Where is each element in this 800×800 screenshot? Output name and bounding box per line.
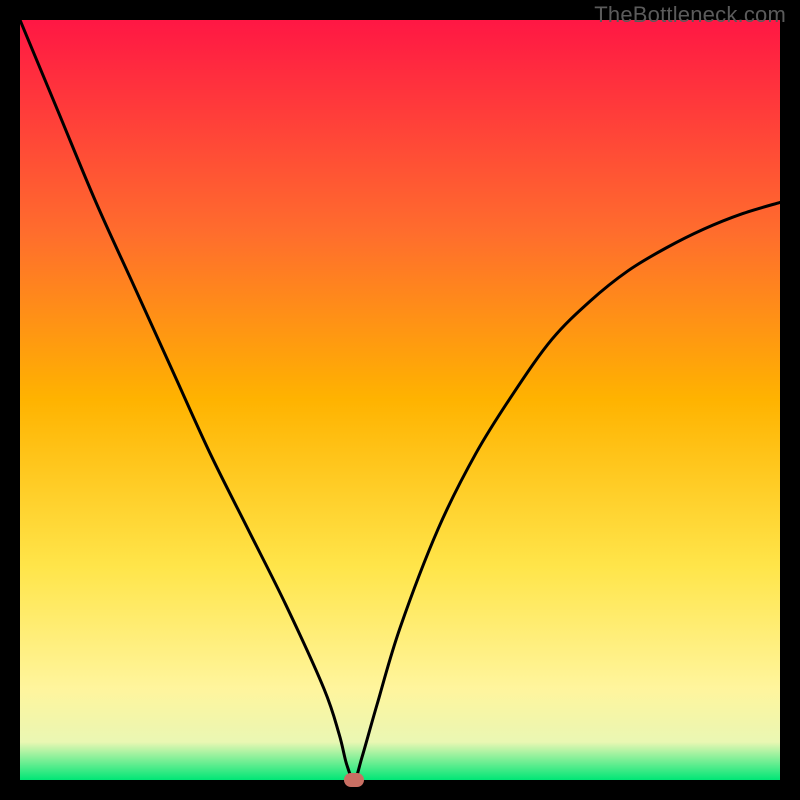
watermark-label: TheBottleneck.com [594,2,786,28]
chart-container: TheBottleneck.com [0,0,800,800]
optimal-marker [344,773,364,787]
bottleneck-curve [20,20,780,780]
plot-area [20,20,780,780]
curve-layer [20,20,780,780]
